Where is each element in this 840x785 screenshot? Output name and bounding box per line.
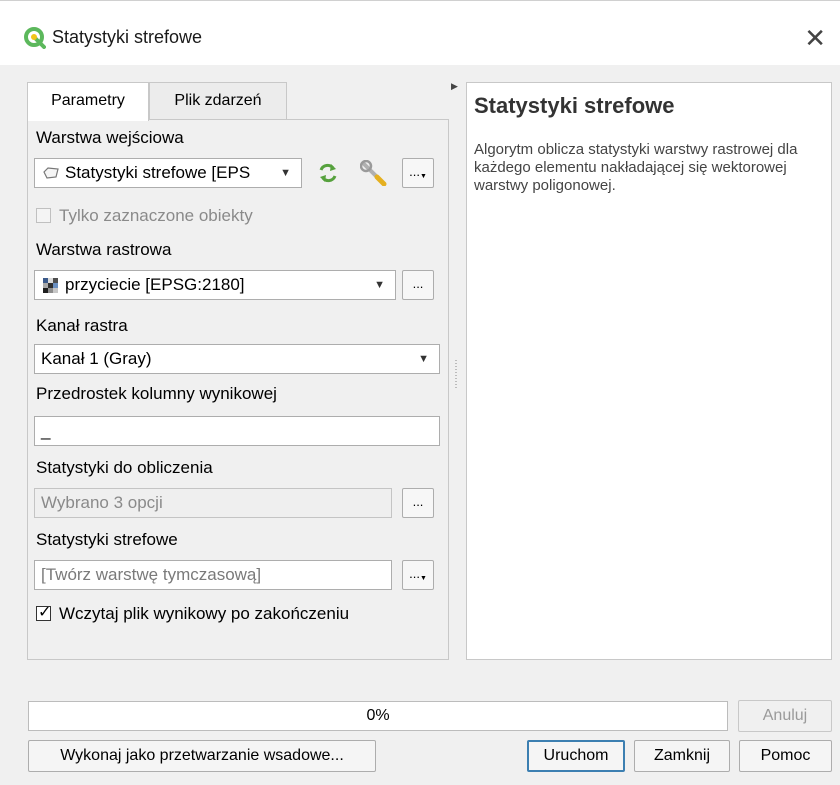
progress-bar: 0% [28, 701, 728, 731]
raster-layer-icon [43, 278, 58, 293]
band-combo[interactable]: Kanał 1 (Gray) ▼ [34, 344, 440, 374]
prefix-label: Przedrostek kolumny wynikowej [36, 384, 277, 403]
help-text: Algorytm oblicza statystyki warstwy rast… [474, 141, 798, 194]
help-panel: Statystyki strefowe Algorytm oblicza sta… [466, 82, 832, 660]
qgis-logo-icon [24, 27, 46, 49]
input-layer-label: Warstwa wejściowa [36, 128, 184, 147]
checkmark-icon: ✓ [38, 604, 52, 621]
help-button[interactable]: Pomoc [739, 740, 832, 772]
input-layer-options-button[interactable]: ...▼ [402, 158, 434, 188]
raster-layer-combo[interactable]: przyciecie [EPSG:2180] ▼ [34, 270, 396, 300]
prefix-input[interactable]: _ [34, 416, 440, 446]
chevron-down-icon: ▼ [418, 353, 429, 365]
chevron-down-icon: ▼ [374, 279, 385, 291]
band-value: Kanał 1 (Gray) [41, 349, 152, 368]
iterate-icon[interactable] [316, 162, 340, 184]
selected-only-checkbox[interactable]: Tylko zaznaczone obiekty [36, 206, 253, 226]
checkbox-box: ✓ [36, 604, 51, 621]
close-icon[interactable]: ✕ [804, 23, 826, 54]
stats-field: Wybrano 3 opcji [34, 488, 392, 518]
output-input[interactable]: [Twórz warstwę tymczasową] [34, 560, 392, 590]
chevron-down-icon: ▼ [419, 575, 427, 582]
tab-log[interactable]: Plik zdarzeń [149, 82, 287, 119]
raster-layer-options-button[interactable]: ... [402, 270, 434, 300]
band-label: Kanał rastra [36, 316, 128, 335]
help-title: Statystyki strefowe [474, 93, 675, 118]
cancel-button[interactable]: Anuluj [738, 700, 832, 732]
wrench-icon[interactable] [360, 160, 388, 186]
raster-layer-value: przyciecie [EPSG:2180] [65, 275, 245, 294]
batch-process-button[interactable]: Wykonaj jako przetwarzanie wsadowe... [28, 740, 376, 772]
window-title: Statystyki strefowe [52, 27, 203, 47]
parameters-panel: Warstwa wejściowa Statystyki strefowe [E… [27, 119, 449, 660]
input-layer-combo[interactable]: Statystyki strefowe [EPS ▼ [34, 158, 302, 188]
collapse-arrow-icon[interactable]: ▶ [451, 81, 458, 92]
tab-parameters[interactable]: Parametry [27, 82, 149, 121]
polygon-layer-icon [43, 167, 59, 179]
close-button[interactable]: Zamknij [634, 740, 730, 772]
title-bar: Statystyki strefowe ✕ [0, 0, 840, 65]
run-button[interactable]: Uruchom [527, 740, 625, 772]
checkbox-box [36, 208, 51, 223]
output-options-button[interactable]: ...▼ [402, 560, 434, 590]
input-layer-value: Statystyki strefowe [EPS [65, 163, 251, 182]
splitter-handle[interactable] [455, 360, 457, 390]
chevron-down-icon: ▼ [419, 173, 427, 180]
output-label: Statystyki strefowe [36, 530, 178, 549]
stats-select-button[interactable]: ... [402, 488, 434, 518]
load-output-checkbox[interactable]: ✓ Wczytaj plik wynikowy po zakończeniu [36, 604, 349, 624]
stats-label: Statystyki do obliczenia [36, 458, 213, 477]
raster-layer-label: Warstwa rastrowa [36, 240, 172, 259]
chevron-down-icon: ▼ [280, 167, 291, 179]
